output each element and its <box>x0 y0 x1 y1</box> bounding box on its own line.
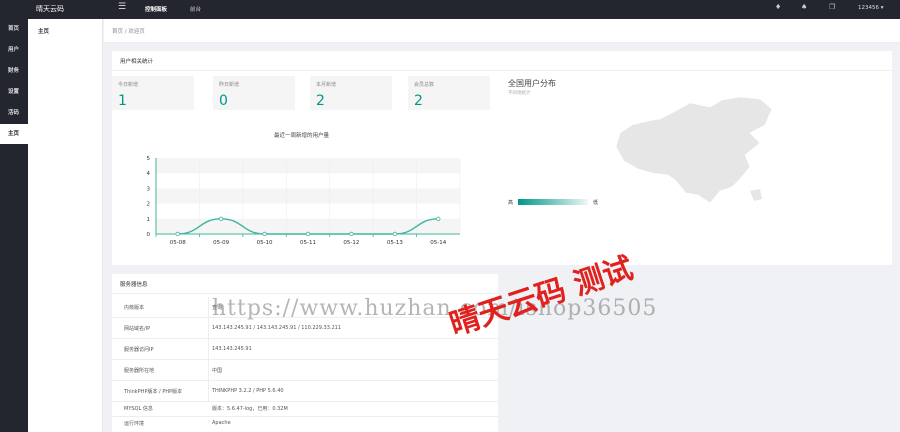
data-point <box>436 216 441 221</box>
stat-label: 今日新增 <box>118 82 139 88</box>
sidebar-item-finance[interactable]: 财务 <box>0 61 28 81</box>
sidebar-item-users[interactable]: 用户 <box>0 40 28 60</box>
legend-low-label: 低 <box>593 200 599 206</box>
data-point <box>349 231 354 237</box>
line-chart: 0 1 2 3 4 5 05-08 05-09 05-10 05-11 05-12 05-13 05-1… <box>147 156 461 246</box>
column-divider <box>208 360 209 381</box>
row-value: 中国 <box>212 368 223 374</box>
sidebar-item-settings[interactable]: 设置 <box>0 82 28 102</box>
sidebar-item-livecode[interactable]: 活码 <box>0 103 28 123</box>
copy-icon[interactable]: ❐ <box>829 3 835 11</box>
legend-gradient[interactable] <box>518 199 588 205</box>
stat-today: 今日新增 1 <box>112 76 194 110</box>
table-row: ThinkPHP版本 / PHP版本 THINKPHP 3.2.2 / PHP 5… <box>112 381 498 402</box>
grid-band <box>156 218 460 234</box>
data-point <box>218 216 224 221</box>
stat-value: 0 <box>219 93 228 109</box>
row-key: MYSQL 信息 <box>124 406 153 412</box>
stat-label: 本月新增 <box>316 82 337 88</box>
row-value: 143.143.245.91 / 143.143.245.91 / 110.22… <box>212 325 342 331</box>
x-tick-label: 05-13 <box>387 240 403 246</box>
menu-toggle-icon[interactable]: ☰ <box>118 2 126 12</box>
row-value: THINKPHP 3.2.2 / PHP 5.6.40 <box>212 388 284 394</box>
stats-card-title: 用户相关统计 <box>112 51 892 71</box>
sidebar-item-main[interactable]: 主页 <box>0 124 28 144</box>
x-tick-label: 05-09 <box>213 240 229 246</box>
row-key: ThinkPHP版本 / PHP版本 <box>124 389 183 395</box>
row-key: 服务器所在地 <box>124 368 155 374</box>
server-card-title: 服务器信息 <box>112 274 498 294</box>
row-value: 版本：5.6.47-log，已用：0.32M <box>212 406 288 412</box>
stat-value: 2 <box>414 93 423 109</box>
data-point <box>305 231 311 237</box>
map-subtitle: 不同地统计 <box>508 91 531 96</box>
stat-label: 昨日新增 <box>219 82 240 88</box>
column-divider <box>208 381 209 402</box>
left-sidebar: 首页 用户 财务 设置 活码 主页 <box>0 19 28 432</box>
column-divider <box>208 339 209 360</box>
table-row: 服务器所在地 中国 <box>112 360 498 381</box>
stat-month: 本月新增 2 <box>310 76 392 110</box>
sidebar-item-home[interactable]: 首页 <box>0 19 28 39</box>
data-point <box>392 231 398 237</box>
nav-frontend[interactable]: 前台 <box>190 5 201 13</box>
app-logo[interactable]: 晴天云码 <box>36 4 64 14</box>
chart-title: 最近一周新增的用户量 <box>274 133 330 139</box>
grid-band <box>156 188 460 204</box>
x-tick-label: 05-12 <box>343 240 359 246</box>
y-tick-label: 0 <box>147 232 151 238</box>
y-tick-label: 2 <box>147 202 151 208</box>
breadcrumb[interactable]: 首页 / 欢迎页 <box>104 19 900 43</box>
grid-band <box>156 158 460 174</box>
y-tick-label: 3 <box>147 186 151 192</box>
shirt-icon[interactable]: ♠ <box>801 3 807 11</box>
x-tick-label: 05-14 <box>430 240 446 246</box>
row-key: 服务器访问IP <box>124 347 154 353</box>
stat-yesterday: 昨日新增 0 <box>213 76 295 110</box>
map-title: 全国用户分布 <box>508 79 556 88</box>
table-row: 网站域名/IP 143.143.245.91 / 143.143.245.91 /… <box>112 318 498 339</box>
legend-high-label: 高 <box>508 200 514 206</box>
table-row: 服务器访问IP 143.143.245.91 <box>112 339 498 360</box>
data-point <box>262 231 267 237</box>
table-row: MYSQL 信息 版本：5.6.47-log，已用：0.32M <box>112 402 498 417</box>
column-divider <box>208 318 209 339</box>
sub-item-main[interactable]: 主页 <box>38 27 49 35</box>
nav-control-panel[interactable]: 控制面板 <box>145 5 167 13</box>
data-point <box>175 231 180 237</box>
china-map[interactable] <box>610 95 785 210</box>
row-key: 网站域名/IP <box>124 326 151 332</box>
row-value: 143.143.245.91 <box>212 346 252 352</box>
y-tick-label: 5 <box>147 156 151 162</box>
x-tick-label: 05-10 <box>257 240 273 246</box>
row-key: 内核版本 <box>124 305 145 311</box>
y-tick-label: 4 <box>147 171 151 177</box>
sub-sidebar: 主页 <box>28 19 103 432</box>
column-divider <box>208 297 209 318</box>
stat-label: 会员总数 <box>414 82 435 88</box>
x-tick-label: 05-11 <box>300 240 316 246</box>
x-tick-label: 05-08 <box>170 240 186 246</box>
y-tick-label: 1 <box>147 217 151 223</box>
clean-icon[interactable]: ♦ <box>775 3 781 11</box>
top-bar: 晴天云码 ☰ 控制面板 前台 ♦ ♠ ❐ 123456 ▾ <box>0 0 900 19</box>
row-key: 运行环境 <box>124 421 145 427</box>
user-menu[interactable]: 123456 ▾ <box>858 5 884 11</box>
row-value: Apache <box>212 420 231 426</box>
stat-value: 2 <box>316 93 325 109</box>
stat-value: 1 <box>118 93 127 109</box>
stat-total: 会员总数 2 <box>408 76 490 110</box>
table-row: 运行环境 Apache <box>112 417 498 432</box>
